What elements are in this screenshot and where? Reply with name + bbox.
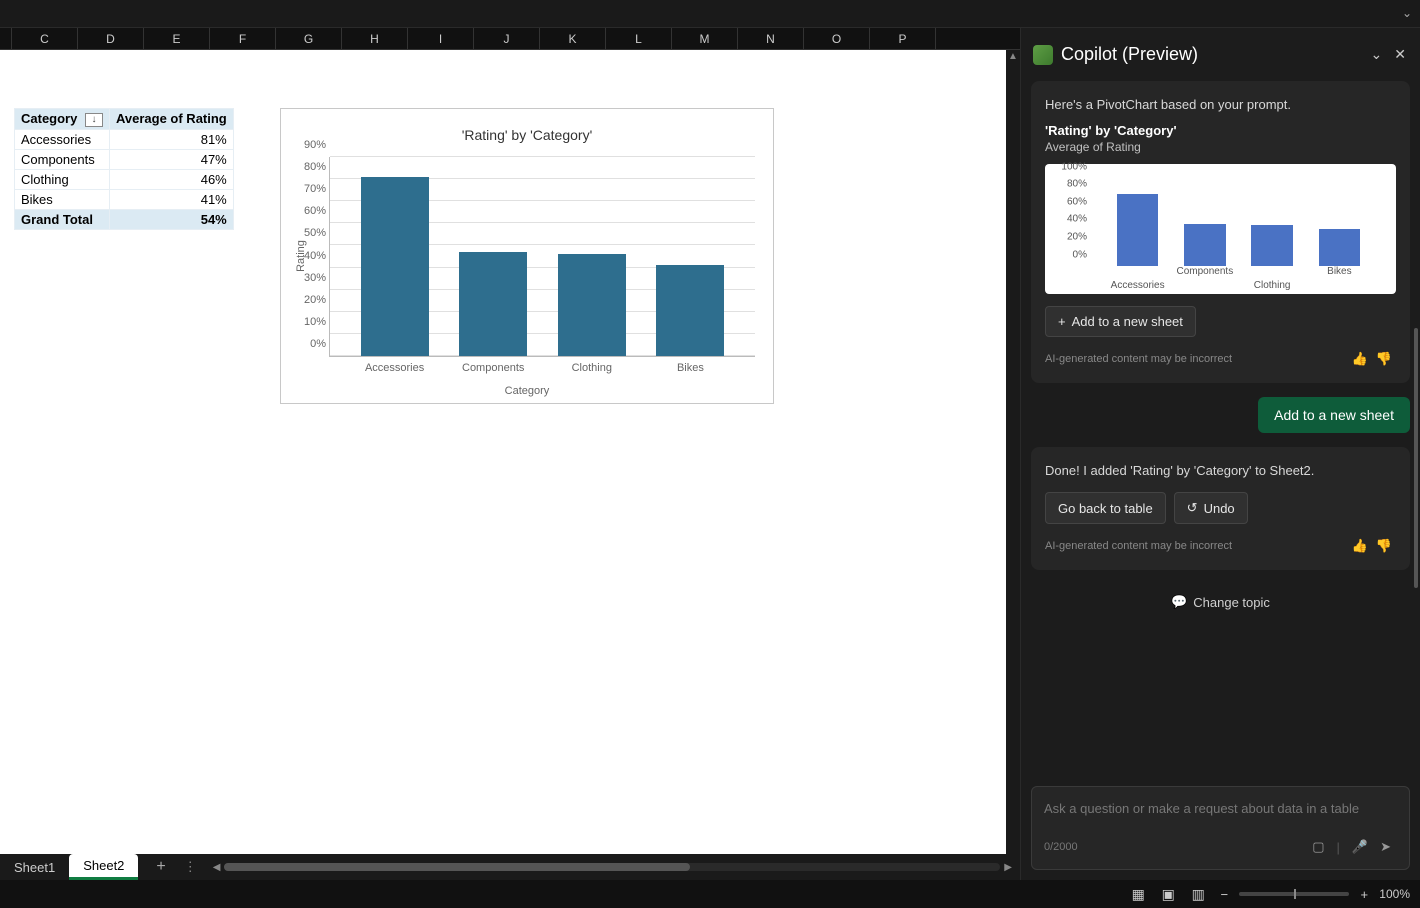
row-header-corner xyxy=(0,28,12,49)
column-header[interactable]: I xyxy=(408,28,474,49)
spreadsheet-region: CDEFGHIJKLMNOP Category ↓ Average of Rat… xyxy=(0,28,1020,880)
pivot-header-category[interactable]: Category ↓ xyxy=(15,109,110,130)
zoom-level-label[interactable]: 100% xyxy=(1379,887,1410,901)
column-header[interactable]: J xyxy=(474,28,540,49)
plus-icon: + xyxy=(1058,314,1066,329)
tab-sheet2[interactable]: Sheet2 xyxy=(69,854,138,880)
pivot-total-row: Grand Total 54% xyxy=(15,209,234,229)
copilot-response-card-1: Here's a PivotChart based on your prompt… xyxy=(1031,81,1410,383)
copilot-title: Copilot (Preview) xyxy=(1061,44,1361,65)
input-placeholder: Ask a question or make a request about d… xyxy=(1044,799,1397,829)
copilot-scrollbar[interactable] xyxy=(1414,328,1418,588)
copilot-response-card-2: Done! I added 'Rating' by 'Category' to … xyxy=(1031,447,1410,571)
copilot-done-text: Done! I added 'Rating' by 'Category' to … xyxy=(1045,461,1396,481)
add-sheet-button[interactable]: + xyxy=(138,858,183,876)
ribbon-collapse-icon[interactable]: ⌄ xyxy=(1402,6,1412,20)
column-header[interactable]: P xyxy=(870,28,936,49)
character-counter: 0/2000 xyxy=(1044,841,1306,853)
add-to-new-sheet-button[interactable]: + Add to a new sheet xyxy=(1045,306,1196,337)
copilot-close-icon[interactable]: ✕ xyxy=(1392,44,1408,65)
copilot-logo-icon xyxy=(1033,45,1053,65)
microphone-icon[interactable]: 🎤 xyxy=(1346,837,1374,857)
thumbs-up-icon[interactable]: 👍 xyxy=(1348,349,1372,369)
column-header-row: CDEFGHIJKLMNOP xyxy=(0,28,1020,50)
copilot-panel: Copilot (Preview) ⌄ ✕ Here's a PivotChar… xyxy=(1020,28,1420,880)
column-header[interactable]: H xyxy=(342,28,408,49)
chart-title: 'Rating' by 'Category' xyxy=(281,109,773,143)
page-layout-view-icon[interactable]: ▣ xyxy=(1157,886,1179,903)
user-message: Add to a new sheet xyxy=(1258,397,1410,433)
pivot-table[interactable]: Category ↓ Average of Rating Accessories… xyxy=(14,108,234,230)
horizontal-scrollbar[interactable]: ◀ ▶ xyxy=(205,862,1020,873)
copilot-input[interactable]: Ask a question or make a request about d… xyxy=(1031,786,1410,870)
thumbs-down-icon[interactable]: 👎 xyxy=(1372,536,1396,556)
pivot-chart[interactable]: 'Rating' by 'Category' Rating Category 0… xyxy=(280,108,774,404)
scroll-left-icon[interactable]: ◀ xyxy=(213,862,221,873)
copilot-chart-subtitle: Average of Rating xyxy=(1045,140,1396,154)
go-back-to-table-button[interactable]: Go back to table xyxy=(1045,492,1166,524)
tab-menu-icon[interactable]: ⋮ xyxy=(184,859,205,875)
column-header[interactable]: G xyxy=(276,28,342,49)
card-view-icon[interactable]: ▢ xyxy=(1306,837,1330,857)
pivot-header-value[interactable]: Average of Rating xyxy=(109,109,233,130)
vertical-scrollbar[interactable]: ▲ ▼ xyxy=(1006,50,1020,880)
column-header[interactable]: F xyxy=(210,28,276,49)
undo-button[interactable]: ↺ Undo xyxy=(1174,492,1248,524)
ribbon-bar: ⌄ xyxy=(0,0,1420,28)
thumbs-up-icon[interactable]: 👍 xyxy=(1348,536,1372,556)
chart-bar xyxy=(656,265,724,356)
column-header[interactable]: C xyxy=(12,28,78,49)
scroll-right-icon[interactable]: ▶ xyxy=(1004,862,1012,873)
table-row: Accessories81% xyxy=(15,129,234,149)
ai-disclaimer: AI-generated content may be incorrect xyxy=(1045,540,1348,552)
chart-bar xyxy=(459,252,527,356)
change-topic-button[interactable]: 💬 Change topic xyxy=(1031,584,1410,624)
column-header[interactable]: L xyxy=(606,28,672,49)
copilot-expand-icon[interactable]: ⌄ xyxy=(1369,44,1385,65)
chart-plot-area: 0%10%20%30%40%50%60%70%80%90%Accessories… xyxy=(329,157,755,357)
ai-disclaimer: AI-generated content may be incorrect xyxy=(1045,353,1348,365)
column-header[interactable]: N xyxy=(738,28,804,49)
sheet-canvas[interactable]: Category ↓ Average of Rating Accessories… xyxy=(0,50,1020,880)
filter-dropdown-icon[interactable]: ↓ xyxy=(85,113,103,127)
send-icon[interactable]: ➤ xyxy=(1374,837,1397,857)
column-header[interactable]: D xyxy=(78,28,144,49)
column-header[interactable]: O xyxy=(804,28,870,49)
chart-bar xyxy=(558,254,626,356)
table-row: Components47% xyxy=(15,149,234,169)
sheet-tab-bar: Sheet1 Sheet2 + ⋮ ◀ ▶ xyxy=(0,854,1020,880)
zoom-slider[interactable] xyxy=(1239,892,1349,896)
status-bar: ▦ ▣ ▥ − + 100% xyxy=(0,880,1420,908)
copilot-chart-preview: 0%20%40%60%80%100%AccessoriesComponentsC… xyxy=(1045,164,1396,294)
chat-icon: 💬 xyxy=(1171,594,1187,610)
copilot-intro-text: Here's a PivotChart based on your prompt… xyxy=(1045,95,1396,115)
thumbs-down-icon[interactable]: 👎 xyxy=(1372,349,1396,369)
normal-view-icon[interactable]: ▦ xyxy=(1127,886,1149,903)
scroll-up-icon[interactable]: ▲ xyxy=(1006,50,1020,64)
column-header[interactable]: E xyxy=(144,28,210,49)
undo-icon: ↺ xyxy=(1187,500,1198,516)
zoom-out-button[interactable]: − xyxy=(1217,887,1231,902)
column-header[interactable]: K xyxy=(540,28,606,49)
table-row: Bikes41% xyxy=(15,189,234,209)
table-row: Clothing46% xyxy=(15,169,234,189)
column-header[interactable]: M xyxy=(672,28,738,49)
chart-x-axis-label: Category xyxy=(281,385,773,397)
page-break-view-icon[interactable]: ▥ xyxy=(1187,886,1209,903)
chart-bar xyxy=(361,177,429,356)
copilot-chart-title: 'Rating' by 'Category' xyxy=(1045,123,1396,138)
tab-sheet1[interactable]: Sheet1 xyxy=(0,856,69,879)
zoom-in-button[interactable]: + xyxy=(1357,887,1371,902)
